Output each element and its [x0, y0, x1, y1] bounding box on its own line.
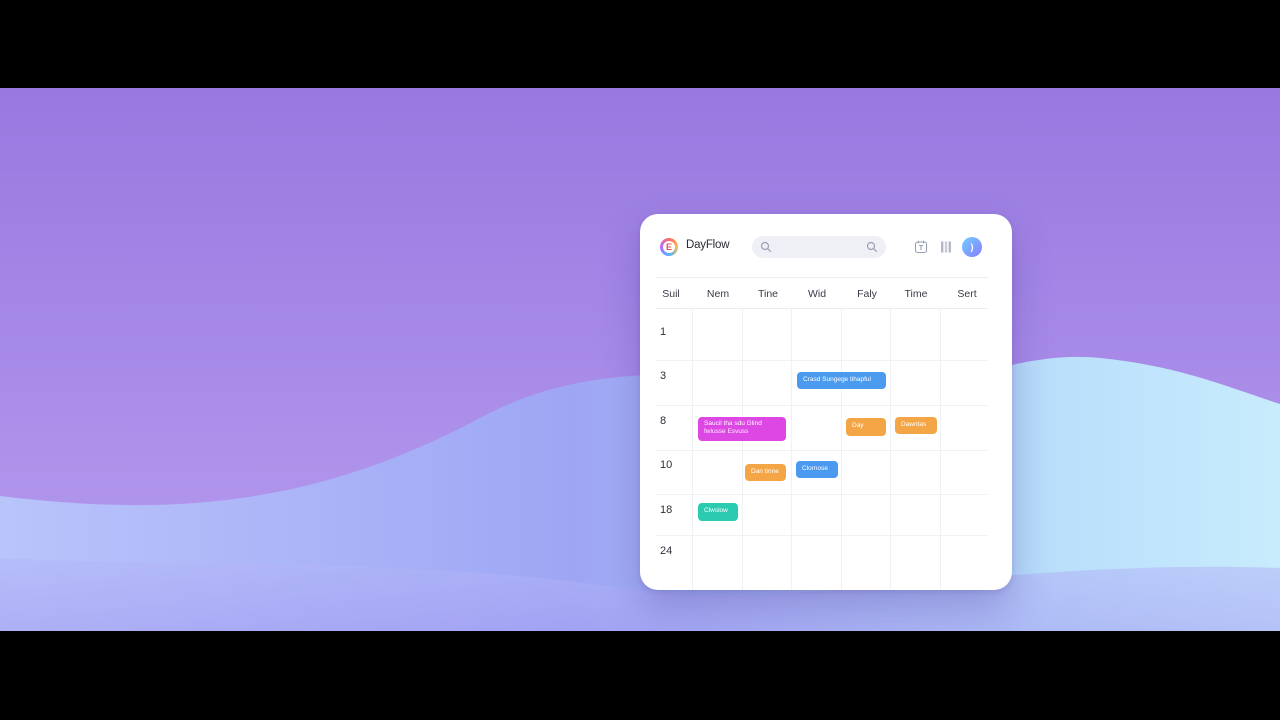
row-label: 8 — [660, 415, 667, 427]
header-divider — [656, 308, 988, 309]
row-label: 18 — [660, 504, 673, 516]
event-label: Crasd Sungege tihapful — [803, 376, 871, 383]
calendar-icon[interactable] — [914, 240, 928, 254]
top-divider — [656, 277, 988, 278]
grid-column-line — [841, 308, 842, 590]
top-bar: E DayFlow ) — [640, 214, 1012, 278]
event-label: Day — [852, 422, 864, 429]
search-bar[interactable] — [752, 236, 886, 258]
row-label: 10 — [660, 459, 673, 471]
grid-column-line — [692, 308, 693, 590]
calendar-window: E DayFlow ) Suil Nem Tine Wid Faly Time … — [640, 214, 1012, 590]
day-header-tue: Tine — [757, 288, 779, 300]
calendar-event[interactable]: Clornose — [796, 461, 838, 478]
search-input[interactable] — [776, 236, 862, 258]
row-label: 1 — [660, 326, 667, 338]
day-header-wed: Wid — [807, 288, 827, 300]
grid-row-line — [656, 535, 988, 536]
event-label: Dawntas — [901, 421, 927, 428]
app-logo: E — [660, 238, 678, 256]
row-label: 24 — [660, 545, 673, 557]
avatar-initial: ) — [970, 242, 974, 252]
calendar-event[interactable]: Saucil tha sdu Glind fwlusse Esvuss — [698, 417, 786, 441]
app-title: DayFlow — [686, 239, 730, 251]
calendar-event[interactable]: Clwslow — [698, 503, 738, 521]
day-header-mon: Nem — [706, 288, 730, 300]
event-label: Saucil tha sdu Glind — [704, 420, 762, 427]
user-avatar[interactable]: ) — [962, 237, 982, 257]
calendar-event[interactable]: Day — [846, 418, 886, 436]
day-header-sat: Sert — [957, 288, 977, 300]
event-sublabel: fwlusse Esvuss — [704, 428, 749, 435]
event-label: Dan tinne — [751, 468, 779, 475]
grid-row-line — [656, 360, 988, 361]
day-header-sun: Suil — [662, 288, 680, 300]
calendar-event[interactable]: Dawntas — [895, 417, 937, 434]
grid-row-line — [656, 405, 988, 406]
columns-icon[interactable] — [939, 240, 953, 254]
grid-column-line — [940, 308, 941, 590]
calendar-event[interactable]: Dan tinne — [745, 464, 786, 481]
letterbox-top — [0, 0, 1280, 88]
grid-column-line — [791, 308, 792, 590]
day-header-fri: Time — [904, 288, 928, 300]
row-label: 3 — [660, 370, 667, 382]
grid-column-line — [742, 308, 743, 590]
search-icon — [760, 241, 772, 253]
grid-row-line — [656, 450, 988, 451]
search-submit-icon[interactable] — [866, 241, 878, 253]
letterbox-bottom — [0, 631, 1280, 720]
grid-row-line — [656, 494, 988, 495]
event-label: Clwslow — [704, 507, 728, 514]
grid-column-line — [890, 308, 891, 590]
day-header-thu: Faly — [857, 288, 877, 300]
logo-letter: E — [665, 242, 672, 252]
calendar-event[interactable]: Crasd Sungege tihapful — [797, 372, 886, 389]
event-label: Clornose — [802, 465, 829, 472]
